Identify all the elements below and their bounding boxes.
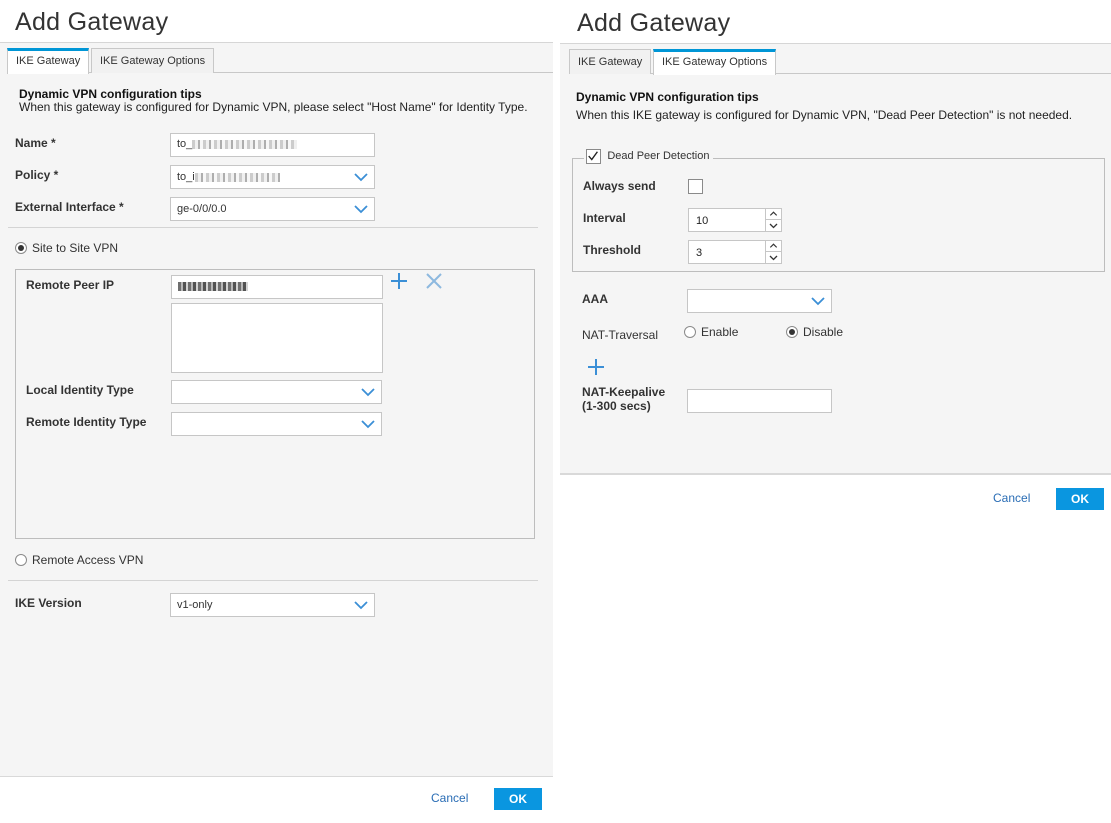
nat-enable-label: Enable	[701, 325, 739, 339]
ike-version-select[interactable]: v1-only	[170, 593, 375, 617]
remote-identity-type-label: Remote Identity Type	[26, 415, 147, 429]
chevron-down-icon	[354, 205, 368, 214]
left-dialog: Add Gateway IKE Gateway IKE Gateway Opti…	[0, 0, 553, 823]
checkmark-icon	[588, 151, 598, 161]
site-to-site-label: Site to Site VPN	[32, 241, 119, 255]
ike-version-value: v1-only	[177, 599, 213, 611]
dead-peer-detection-legend: Dead Peer Detection	[584, 146, 714, 164]
site-to-site-group: Remote Peer IP Local Identity Type Remot…	[15, 269, 535, 539]
threshold-value: 3	[696, 247, 703, 259]
dead-peer-detection-checkbox[interactable]	[586, 149, 601, 164]
dialog-footer: Cancel OK	[0, 776, 553, 823]
cancel-button[interactable]: Cancel	[993, 491, 1030, 505]
remote-access-radio[interactable]	[15, 554, 27, 566]
interval-stepper[interactable]: 10	[688, 208, 782, 232]
name-label: Name *	[15, 136, 56, 150]
divider	[8, 227, 538, 228]
always-send-label: Always send	[583, 179, 656, 193]
tips-text: When this IKE gateway is configured for …	[576, 108, 1073, 122]
plus-icon[interactable]	[586, 357, 606, 377]
remote-peer-ip-label: Remote Peer IP	[26, 278, 115, 292]
name-input[interactable]: to_	[170, 133, 375, 157]
aaa-select[interactable]	[687, 289, 832, 313]
policy-value: to_i	[177, 171, 195, 183]
threshold-label: Threshold	[583, 243, 642, 257]
chevron-down-icon[interactable]	[766, 220, 781, 231]
tab-bar: IKE Gateway IKE Gateway Options	[569, 49, 1111, 75]
dead-peer-detection-label: Dead Peer Detection	[607, 150, 710, 162]
chevron-down-icon[interactable]	[766, 252, 781, 263]
remote-identity-type-select[interactable]	[171, 412, 382, 436]
remote-access-label: Remote Access VPN	[32, 553, 144, 567]
chevron-down-icon	[354, 601, 368, 610]
tips-text: When this gateway is configured for Dyna…	[19, 100, 528, 114]
chevron-down-icon	[811, 297, 825, 306]
ok-button[interactable]: OK	[494, 788, 542, 810]
dialog-title: Add Gateway	[15, 8, 169, 36]
remote-peer-ip-list[interactable]	[171, 303, 383, 373]
nat-enable-radio[interactable]	[684, 326, 696, 338]
stepper-arrows	[765, 241, 781, 263]
nat-disable-radio[interactable]	[786, 326, 798, 338]
chevron-down-icon	[361, 420, 375, 429]
local-identity-type-label: Local Identity Type	[26, 383, 134, 397]
chevron-down-icon	[361, 388, 375, 397]
chevron-up-icon[interactable]	[766, 209, 781, 220]
nat-traversal-label: NAT-Traversal	[582, 328, 659, 342]
site-to-site-radio[interactable]	[15, 242, 27, 254]
tips-title: Dynamic VPN configuration tips	[576, 90, 759, 104]
external-interface-label: External Interface *	[15, 200, 124, 214]
dialog-title: Add Gateway	[577, 9, 731, 37]
dialog-body: IKE Gateway IKE Gateway Options Dynamic …	[560, 44, 1111, 474]
nat-keepalive-label: NAT-Keepalive	[582, 385, 666, 399]
tab-ike-gateway-options[interactable]: IKE Gateway Options	[653, 49, 776, 75]
nat-keepalive-range: (1-300 secs)	[582, 399, 651, 413]
plus-icon[interactable]	[389, 271, 409, 291]
interval-label: Interval	[583, 211, 626, 225]
interval-value: 10	[696, 215, 709, 227]
dialog-header: Add Gateway	[560, 0, 1111, 44]
cancel-button[interactable]: Cancel	[431, 791, 468, 805]
dialog-body: IKE Gateway IKE Gateway Options Dynamic …	[0, 43, 553, 776]
threshold-stepper[interactable]: 3	[688, 240, 782, 264]
divider	[8, 580, 538, 581]
always-send-checkbox[interactable]	[688, 179, 703, 194]
chevron-up-icon[interactable]	[766, 241, 781, 252]
tips-title: Dynamic VPN configuration tips	[19, 87, 202, 101]
ike-version-label: IKE Version	[15, 596, 82, 610]
tab-bar: IKE Gateway IKE Gateway Options	[7, 48, 553, 74]
tab-ike-gateway[interactable]: IKE Gateway	[7, 48, 89, 74]
aaa-label: AAA	[582, 292, 608, 306]
redacted-text	[194, 172, 280, 182]
dialog-header: Add Gateway	[0, 0, 553, 43]
external-interface-value: ge-0/0/0.0	[177, 203, 227, 215]
nat-disable-label: Disable	[803, 325, 844, 339]
nat-keepalive-input[interactable]	[687, 389, 832, 413]
policy-select[interactable]: to_i	[170, 165, 375, 189]
redacted-text	[192, 139, 298, 149]
local-identity-type-select[interactable]	[171, 380, 382, 404]
right-dialog: Add Gateway IKE Gateway IKE Gateway Opti…	[560, 0, 1111, 523]
policy-label: Policy *	[15, 168, 59, 182]
dead-peer-detection-group	[572, 158, 1105, 272]
external-interface-select[interactable]: ge-0/0/0.0	[170, 197, 375, 221]
stepper-arrows	[765, 209, 781, 231]
ok-button[interactable]: OK	[1056, 488, 1104, 510]
dialog-footer: Cancel OK	[560, 474, 1111, 523]
close-icon[interactable]	[424, 271, 444, 291]
tab-ike-gateway-options[interactable]: IKE Gateway Options	[91, 48, 214, 73]
tab-ike-gateway[interactable]: IKE Gateway	[569, 49, 651, 74]
chevron-down-icon	[354, 173, 368, 182]
remote-peer-ip-input[interactable]	[171, 275, 383, 299]
name-value: to_	[177, 138, 193, 150]
redacted-text	[178, 281, 248, 291]
